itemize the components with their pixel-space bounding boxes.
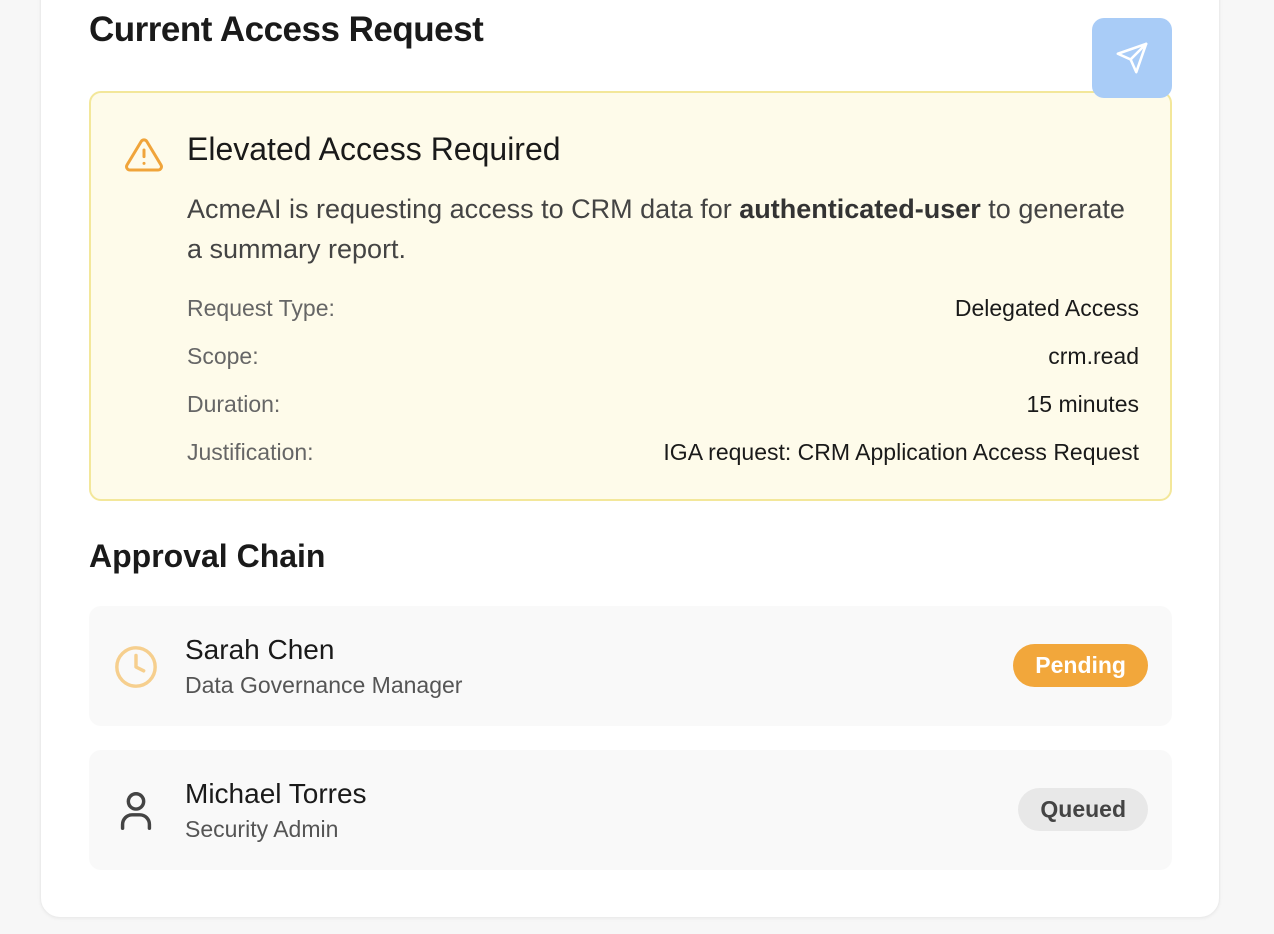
detail-label: Scope: [187, 343, 259, 369]
approver-role: Data Governance Manager [185, 672, 463, 698]
detail-value: crm.read [1048, 343, 1139, 369]
alert-description: AcmeAI is requesting access to CRM data … [187, 189, 1147, 269]
requested-user: authenticated-user [739, 194, 981, 224]
detail-row-duration: Duration: 15 minutes [187, 391, 1139, 418]
approver-name: Sarah Chen [185, 634, 335, 665]
send-button[interactable] [1092, 18, 1172, 98]
user-icon [120, 792, 152, 830]
approver-role: Security Admin [185, 816, 339, 842]
approver-row: Sarah Chen Data Governance Manager Pendi… [89, 606, 1172, 726]
detail-value: IGA request: CRM Application Access Requ… [663, 439, 1139, 465]
detail-row-justification: Justification: IGA request: CRM Applicat… [187, 439, 1139, 466]
warning-triangle-icon [125, 138, 163, 172]
detail-label: Justification: [187, 439, 314, 465]
clock-icon [115, 646, 157, 688]
detail-value: Delegated Access [954, 295, 1139, 321]
detail-row-scope: Scope: crm.read [187, 343, 1139, 370]
alert-title: Elevated Access Required [187, 131, 561, 167]
page-title: Current Access Request [89, 10, 484, 49]
detail-value: 15 minutes [1026, 391, 1139, 417]
approver-row: Michael Torres Security Admin Queued [89, 750, 1172, 870]
detail-label: Duration: [187, 391, 281, 417]
elevated-access-alert: Elevated Access Required AcmeAI is reque… [89, 91, 1172, 501]
detail-label: Request Type: [187, 295, 335, 321]
status-badge-queued: Queued [1018, 788, 1148, 831]
status-badge-pending: Pending [1013, 644, 1148, 687]
send-icon [1116, 42, 1148, 74]
detail-row-request-type: Request Type: Delegated Access [187, 295, 1139, 322]
approver-name: Michael Torres [185, 778, 367, 809]
alert-desc-prefix: AcmeAI is requesting access to CRM data … [187, 194, 740, 224]
approval-chain-title: Approval Chain [89, 538, 326, 574]
